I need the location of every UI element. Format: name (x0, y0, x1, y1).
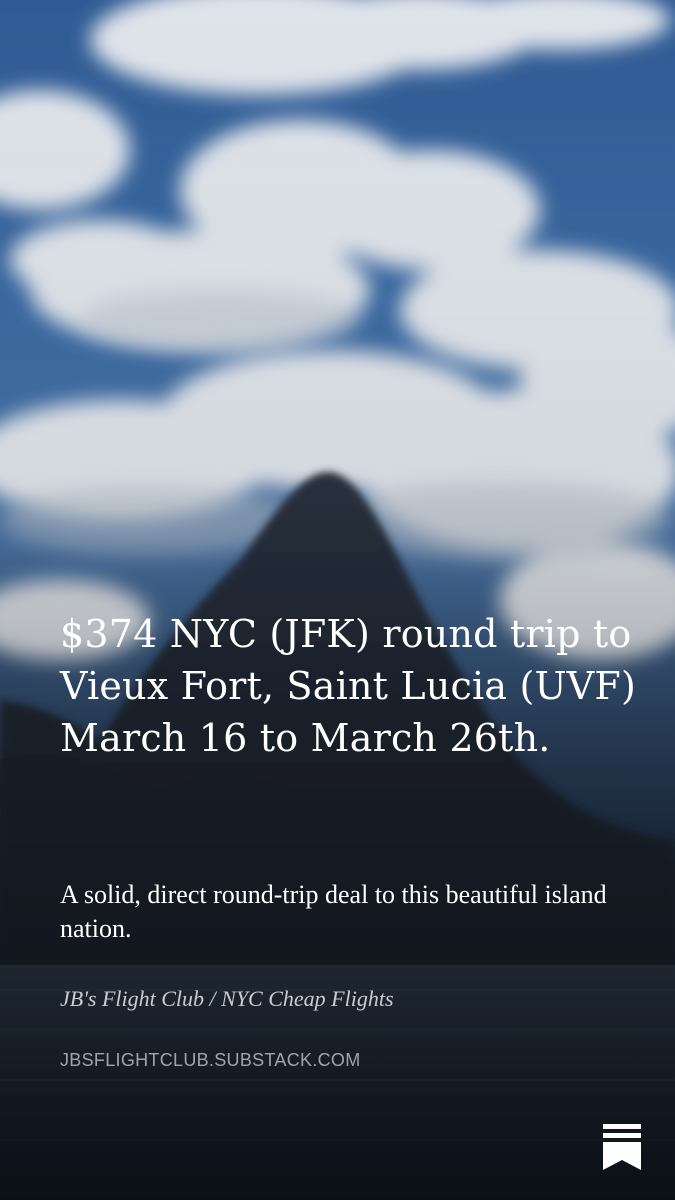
substack-logo-icon (603, 1124, 641, 1170)
text-scrim (0, 0, 675, 1200)
post-headline: $374 NYC (JFK) round trip to Vieux Fort,… (60, 612, 636, 760)
publication-name: JB's Flight Club / NYC Cheap Flights (60, 986, 394, 1011)
share-card: $374 NYC (JFK) round trip to Vieux Fort,… (0, 0, 675, 1200)
post-subtitle: A solid, direct round-trip deal to this … (60, 880, 607, 943)
publication-domain: JBSFLIGHTCLUB.SUBSTACK.COM (60, 1050, 361, 1070)
